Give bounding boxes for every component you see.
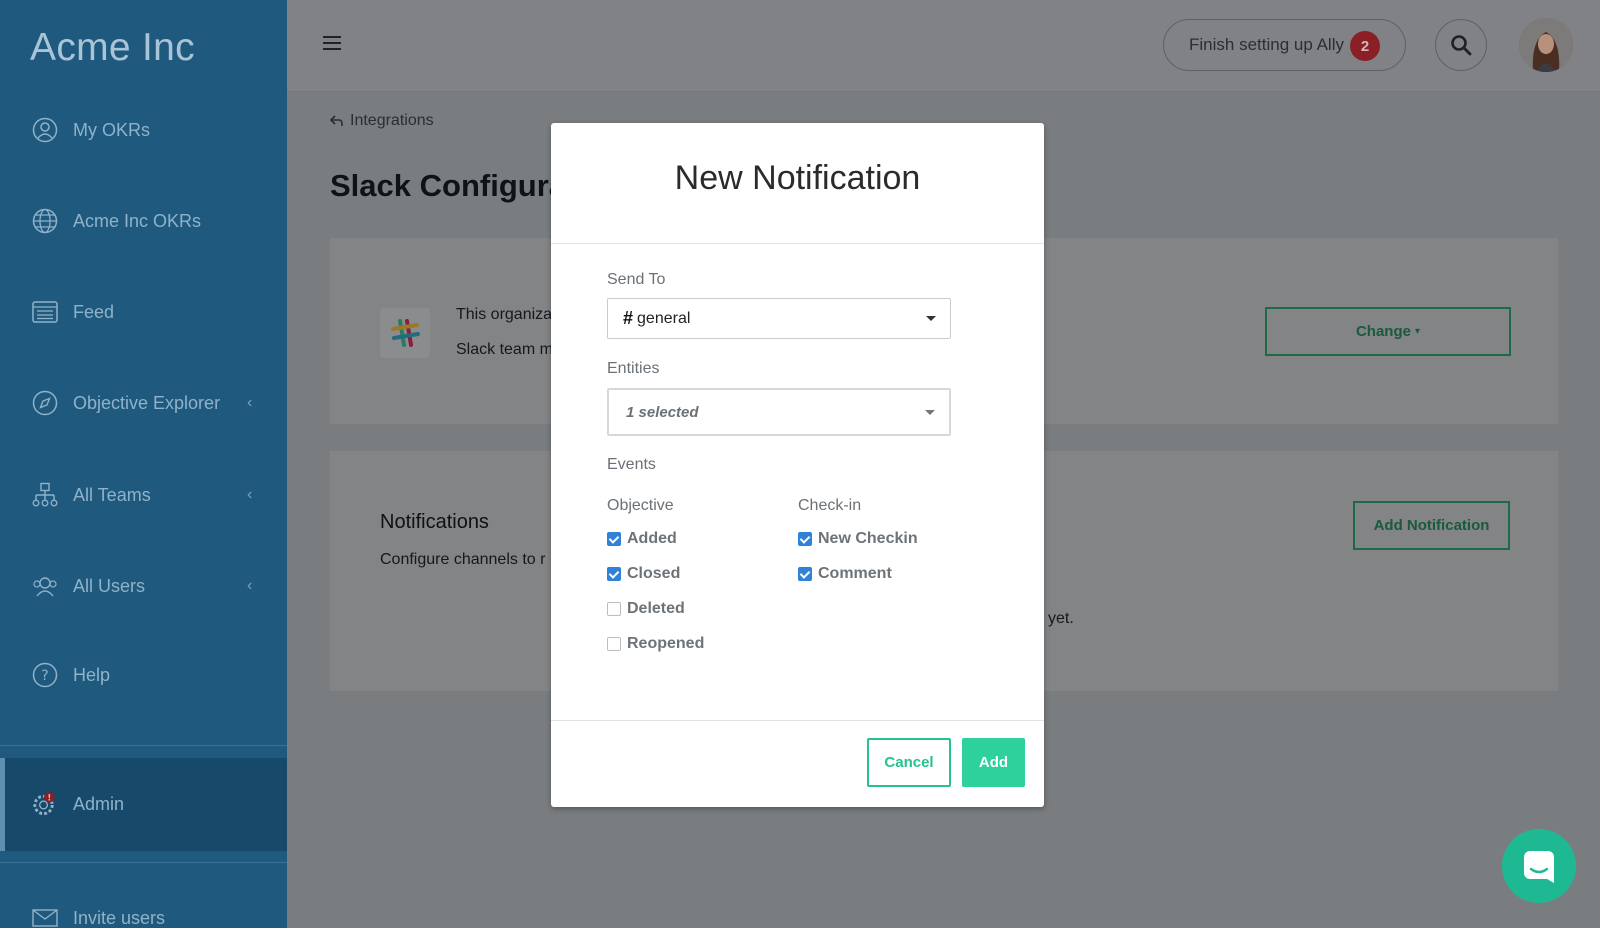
chat-launcher-button[interactable] [1502, 829, 1576, 903]
svg-text:!: ! [47, 794, 51, 804]
sidebar-item-label: Objective Explorer [73, 392, 221, 413]
checkin-column-header: Check-in [798, 497, 862, 514]
entities-select[interactable]: 1 selected [607, 388, 951, 436]
entities-label: Entities [607, 360, 660, 377]
sidebar-divider [0, 862, 287, 863]
chevron-down-icon [926, 316, 936, 321]
search-icon [1451, 35, 1472, 56]
sidebar-item-label: All Users [73, 575, 146, 596]
notifications-description: Configure channels to r [380, 551, 546, 568]
sidebar-item-label: Feed [73, 301, 115, 322]
checkbox-checked[interactable] [798, 567, 812, 581]
sidebar-item-help[interactable]: ? Help [0, 655, 287, 695]
add-button[interactable]: Add [962, 738, 1025, 787]
sidebar-item-label: My OKRs [73, 119, 151, 140]
entities-value: 1 selected [626, 403, 699, 421]
sidebar-item-label: Admin [73, 793, 125, 814]
svg-text:?: ? [41, 668, 48, 684]
event-objective-closed[interactable]: Closed [607, 565, 680, 583]
caret-down-icon: ▾ [1414, 326, 1421, 337]
checkbox-label: Closed [627, 565, 681, 582]
event-checkin-comment[interactable]: Comment [798, 565, 892, 583]
user-circle-icon [31, 117, 58, 144]
setup-count-badge: 2 [1350, 31, 1380, 61]
checkbox-checked[interactable] [607, 567, 621, 581]
breadcrumb[interactable]: Integrations [330, 112, 434, 130]
event-objective-reopened[interactable]: Reopened [607, 635, 704, 653]
mail-icon [31, 905, 58, 928]
sidebar: Acme Inc My OKRs Acme Inc OKRs Feed Obje… [0, 0, 287, 928]
finish-setup-button[interactable]: Finish setting up Ally 2 [1163, 19, 1406, 71]
sidebar-item-label: All Teams [73, 484, 151, 505]
globe-icon [31, 208, 58, 235]
back-arrow-icon [330, 115, 343, 126]
top-bar: Finish setting up Ally 2 [287, 0, 1600, 92]
sidebar-item-admin[interactable]: ! Admin [0, 784, 287, 824]
add-notification-button[interactable]: Add Notification [1353, 501, 1510, 550]
chevron-down-icon [925, 409, 935, 415]
page-title: Slack Configura [330, 168, 566, 203]
sidebar-item-feed[interactable]: Feed [0, 292, 287, 332]
users-icon [31, 573, 58, 600]
org-status-text: This organiza [456, 306, 553, 323]
org-chart-icon [31, 482, 58, 509]
checkbox-unchecked[interactable] [607, 637, 621, 651]
checkbox-checked[interactable] [798, 532, 812, 546]
sidebar-item-label: Invite users [73, 907, 166, 928]
send-to-select[interactable]: # general [607, 298, 951, 339]
change-button-label: Change [1355, 323, 1411, 340]
notifications-title: Notifications [380, 511, 489, 533]
chevron-left-icon[interactable]: ‹ [247, 394, 252, 412]
checkbox-unchecked[interactable] [607, 602, 621, 616]
sidebar-item-my-okrs[interactable]: My OKRs [0, 110, 287, 150]
slack-logo-icon [380, 308, 430, 358]
checkbox-checked[interactable] [607, 532, 621, 546]
user-avatar[interactable] [1519, 18, 1573, 72]
slack-team-text: Slack team m [456, 341, 553, 358]
chevron-left-icon[interactable]: ‹ [247, 486, 252, 504]
help-icon: ? [31, 662, 58, 689]
send-to-value: general [637, 309, 691, 327]
empty-state-text: yet. [1048, 610, 1074, 627]
modal-title: New Notification [674, 159, 921, 197]
event-checkin-new[interactable]: New Checkin [798, 530, 918, 548]
feed-icon [31, 299, 58, 326]
send-to-label: Send To [607, 271, 666, 288]
gear-alert-icon: ! [31, 791, 58, 818]
change-button[interactable]: Change ▾ [1265, 307, 1511, 356]
modal-header-divider [551, 243, 1044, 244]
checkbox-label: New Checkin [818, 530, 918, 547]
checkbox-label: Deleted [627, 600, 685, 617]
sidebar-divider [0, 745, 287, 746]
hamburger-menu-icon[interactable] [323, 36, 341, 52]
hash-icon: # [623, 308, 634, 328]
sidebar-item-invite-users[interactable]: Invite users [0, 898, 287, 928]
sidebar-item-acme-okrs[interactable]: Acme Inc OKRs [0, 201, 287, 241]
event-objective-deleted[interactable]: Deleted [607, 600, 685, 618]
checkbox-label: Added [627, 530, 677, 547]
modal-footer-divider [551, 720, 1044, 721]
search-button[interactable] [1435, 19, 1487, 71]
sidebar-item-all-teams[interactable]: All Teams ‹ [0, 475, 287, 515]
breadcrumb-label: Integrations [350, 112, 434, 129]
objective-column-header: Objective [607, 497, 674, 514]
checkbox-label: Comment [818, 565, 892, 582]
compass-icon [31, 390, 58, 417]
checkbox-label: Reopened [627, 635, 705, 652]
sidebar-item-objective-explorer[interactable]: Objective Explorer ‹ [0, 383, 287, 423]
chevron-left-icon[interactable]: ‹ [247, 577, 252, 595]
cancel-button[interactable]: Cancel [867, 738, 951, 787]
event-objective-added[interactable]: Added [607, 530, 677, 548]
events-label: Events [607, 456, 656, 473]
brand-name[interactable]: Acme Inc [30, 26, 195, 70]
sidebar-item-label: Help [73, 664, 111, 685]
sidebar-item-all-users[interactable]: All Users ‹ [0, 566, 287, 606]
chat-icon [1524, 851, 1554, 883]
new-notification-modal: New Notification Send To # general Entit… [551, 123, 1044, 807]
sidebar-item-label: Acme Inc OKRs [73, 210, 202, 231]
finish-setup-label: Finish setting up Ally [1189, 35, 1344, 54]
